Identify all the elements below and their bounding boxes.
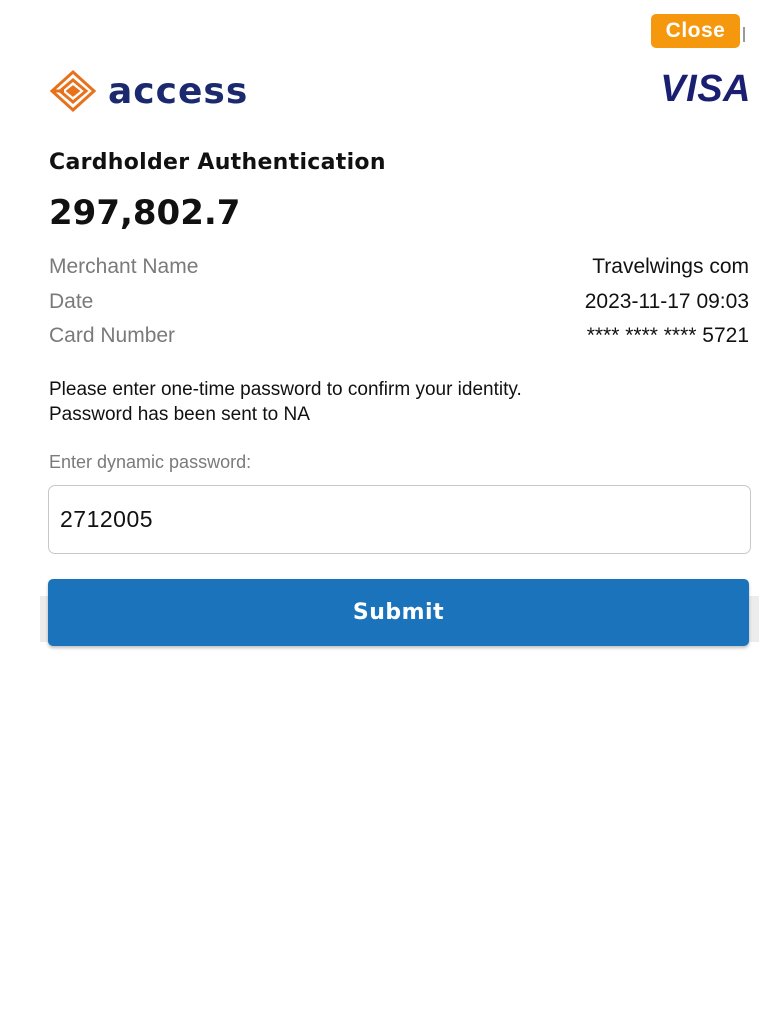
authentication-page: Close access VISA Cardholder Authenticat…	[0, 0, 768, 1024]
access-bank-logo: access	[48, 66, 248, 116]
password-input[interactable]	[48, 485, 751, 554]
merchant-value: Travelwings com	[592, 255, 749, 279]
card-number-label: Card Number	[49, 324, 176, 348]
card-number-row: Card Number **** **** **** 5721	[49, 319, 749, 354]
access-logo-text: access	[108, 70, 249, 112]
date-label: Date	[49, 289, 94, 313]
password-label: Enter dynamic password:	[49, 452, 252, 472]
otp-instruction-line-2: Password has been sent to NA	[49, 404, 310, 425]
merchant-row: Merchant Name Travelwings com	[49, 250, 749, 285]
otp-instructions: Please enter one-time password to confir…	[49, 377, 522, 427]
submit-button[interactable]: Submit	[48, 579, 749, 646]
merchant-label: Merchant Name	[49, 255, 199, 279]
transaction-amount: 297,802.7	[49, 193, 241, 233]
submit-shadow-right	[749, 596, 759, 642]
date-row: Date 2023-11-17 09:03	[49, 285, 749, 320]
date-value: 2023-11-17 09:03	[584, 289, 749, 313]
close-divider	[743, 27, 745, 42]
transaction-details: Merchant Name Travelwings com Date 2023-…	[49, 250, 749, 354]
visa-logo: VISA	[660, 67, 751, 110]
card-number-value: **** **** **** 5721	[586, 324, 749, 348]
otp-instruction-line-1: Please enter one-time password to confir…	[49, 379, 522, 400]
access-diamond-icon	[49, 69, 97, 113]
page-title: Cardholder Authentication	[49, 150, 386, 175]
close-button[interactable]: Close	[651, 14, 740, 48]
